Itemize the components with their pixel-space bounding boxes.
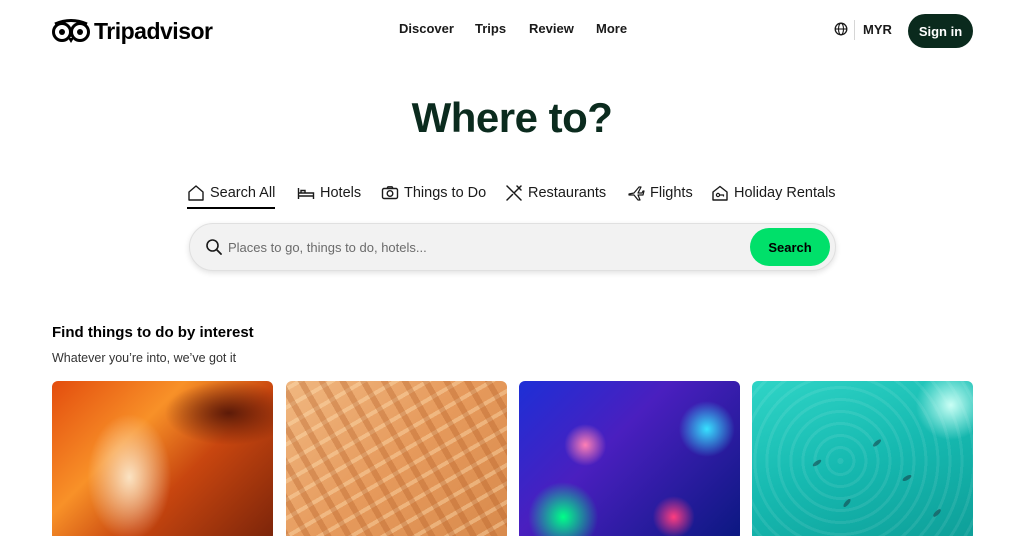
utensils-icon [506, 185, 522, 201]
nav-discover[interactable]: Discover [399, 21, 454, 36]
search-button[interactable]: Search [750, 228, 830, 266]
fish-shape [901, 473, 913, 483]
tab-label: Things to Do [404, 185, 487, 201]
nav-review[interactable]: Review [529, 21, 574, 36]
tab-search-all[interactable]: Search All [187, 180, 276, 209]
fish-shape [811, 458, 823, 468]
tab-holiday-rentals[interactable]: Holiday Rentals [711, 180, 836, 206]
tab-label: Holiday Rentals [734, 185, 836, 201]
house-icon [188, 185, 204, 201]
tab-label: Hotels [320, 185, 362, 201]
nav-trips[interactable]: Trips [475, 21, 506, 36]
header-divider [854, 20, 855, 40]
tab-hotels[interactable]: Hotels [297, 180, 361, 206]
plane-icon [628, 186, 645, 201]
search-bar: Search [189, 223, 836, 271]
interest-card-canyon[interactable] [52, 381, 273, 536]
tab-label: Restaurants [528, 185, 607, 201]
globe-icon [834, 22, 848, 36]
sign-in-button[interactable]: Sign in [908, 14, 973, 48]
tab-label: Flights [650, 185, 693, 201]
hero-title: Where to? [411, 94, 613, 141]
currency-selector[interactable]: MYR [863, 22, 892, 37]
search-input[interactable] [228, 236, 748, 258]
search-icon [206, 239, 222, 255]
fish-shape [871, 438, 883, 448]
tab-flights[interactable]: Flights [627, 180, 693, 206]
section-title: Find things to do by interest [52, 324, 254, 341]
tab-restaurants[interactable]: Restaurants [505, 180, 606, 206]
top-header: Tripadvisor Discover Trips Review More M… [0, 0, 1024, 62]
nav-more[interactable]: More [596, 21, 627, 36]
bed-icon [297, 188, 315, 199]
rental-home-icon [712, 185, 728, 201]
language-selector[interactable] [834, 22, 848, 36]
camera-icon [381, 186, 399, 200]
fish-shape [932, 508, 942, 518]
tab-label: Search All [210, 185, 276, 201]
interest-card-light-art[interactable] [519, 381, 740, 536]
interest-card-pasta[interactable] [286, 381, 507, 536]
tab-things-to-do[interactable]: Things to Do [381, 180, 486, 206]
section-subtitle: Whatever you’re into, we’ve got it [52, 351, 237, 365]
interest-card-ocean[interactable] [752, 381, 973, 536]
fish-shape [842, 497, 852, 509]
